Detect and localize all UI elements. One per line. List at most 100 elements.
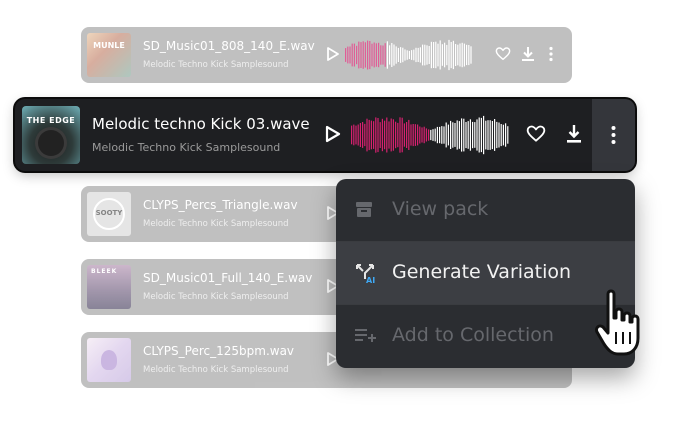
waveform-bar [466,44,468,66]
heart-icon[interactable] [526,124,546,144]
menu-item-label: Add to Collection [392,324,554,346]
waveform-bar [360,42,362,68]
waveform[interactable] [345,39,473,71]
waveform-bar [353,124,355,146]
waveform-bar [367,40,369,70]
waveform-bar [408,119,410,150]
waveform-bar [369,41,371,70]
waveform-bar [447,124,449,146]
waveform-bar [381,118,383,152]
waveform-bar [375,117,377,153]
waveform-bar [469,119,471,151]
svg-text:AI: AI [366,276,375,284]
waveform-bar [474,122,476,148]
waveform-bar [487,120,489,150]
waveform-bar [491,121,493,150]
menu-item-view-pack[interactable]: View pack [336,179,635,241]
waveform-bar [408,50,410,59]
cover-art [87,338,131,382]
waveform-bar [419,126,421,144]
waveform-bar [419,47,421,63]
cover-art: SOOTY [87,192,131,236]
waveform-bar [428,129,430,141]
waveform-bar [452,122,454,148]
waveform-bar [364,42,366,68]
waveform-bar [351,43,353,67]
waveform-bar [384,43,386,67]
more-vertical-icon[interactable] [548,46,554,62]
waveform-bar [411,50,413,60]
waveform-bar [362,41,364,69]
waveform-bar [498,122,500,148]
waveform[interactable] [351,115,511,155]
waveform-bar [366,118,368,152]
waveform-bar [502,124,504,146]
menu-item-generate-variation[interactable]: AI Generate Variation [336,242,635,304]
sample-title: Melodic techno Kick 03.wave [92,115,310,133]
waveform-bar [480,117,482,153]
hand-pointer-icon [595,289,640,356]
cover-art: MUNLE [87,33,131,77]
waveform-bar [463,118,465,152]
play-icon[interactable] [327,47,339,61]
sample-row[interactable]: MUNLE SD_Music01_808_140_E.wav Melodic T… [81,27,572,83]
waveform-bar [456,120,458,150]
play-icon[interactable] [325,125,341,143]
waveform-bar [435,41,437,69]
archive-icon [356,202,372,217]
waveform-bar [426,45,428,65]
waveform-bar [359,123,361,147]
sample-row-active[interactable]: THE EDGE Melodic techno Kick 03.wave Mel… [15,99,635,171]
download-icon[interactable] [566,124,582,144]
waveform-bar [437,43,439,67]
waveform-bar [345,48,347,62]
waveform-bar [423,126,425,144]
waveform-bar [362,122,364,148]
waveform-bar [349,46,351,64]
more-vertical-icon [611,126,616,144]
waveform-bar [434,128,436,142]
waveform-bar [458,121,460,149]
waveform-bar [483,115,485,155]
waveform-bar [406,122,408,148]
waveform-bar [430,129,432,141]
more-options-button[interactable] [592,99,635,171]
waveform-bar [470,46,472,64]
waveform-bar [422,44,424,66]
waveform-bar [386,41,388,69]
waveform-bar [441,126,443,144]
sample-title: SD_Music01_808_140_E.wav [143,39,315,53]
menu-item-add-to-collection[interactable]: Add to Collection [336,305,635,367]
waveform-bar [472,121,474,149]
waveform-bar [459,43,461,67]
waveform-bar [450,42,452,69]
waveform-bar [375,43,377,67]
waveform-bar [454,123,456,147]
waveform-bar [476,119,478,151]
waveform-bar [461,118,463,152]
waveform-bar [461,42,463,68]
waveform-bar [425,128,427,142]
waveform-bar [373,121,375,149]
waveform-bar [412,124,414,147]
download-icon[interactable] [521,46,535,62]
waveform-bar [417,124,419,146]
sample-title: SD_Music01_Full_140_E.wav [143,271,313,285]
waveform-bar [467,121,469,149]
waveform-bar [386,117,388,153]
waveform-bar [414,124,416,146]
waveform-bar [465,122,467,149]
waveform-bar [430,41,432,69]
waveform-bar [439,40,441,70]
waveform-bar [404,49,406,61]
waveform-bar [413,49,415,61]
waveform-bar [400,47,402,63]
waveform-bar [450,120,452,149]
waveform-bar [507,126,509,144]
waveform-bar [415,47,417,63]
waveform-bar [494,119,496,151]
waveform-bar [380,45,382,65]
waveform-bar [428,46,430,64]
sample-title: CLYPS_Perc_125bpm.wav [143,344,295,358]
heart-icon[interactable] [495,46,511,62]
